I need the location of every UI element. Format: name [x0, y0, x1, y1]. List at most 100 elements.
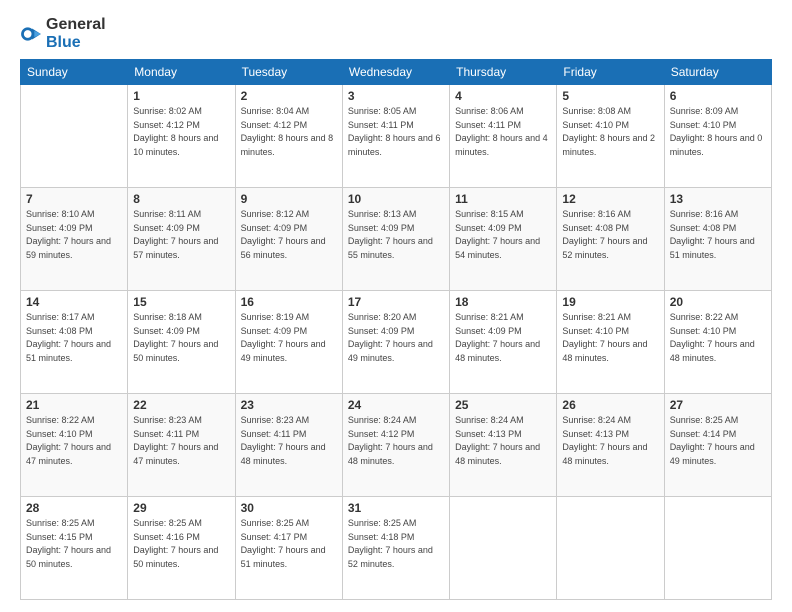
calendar-cell: 21 Sunrise: 8:22 AMSunset: 4:10 PMDayligh… [21, 394, 128, 497]
day-info: Sunrise: 8:08 AMSunset: 4:10 PMDaylight:… [562, 105, 658, 159]
calendar-cell: 2Sunrise: 8:04 AMSunset: 4:12 PMDaylight… [235, 85, 342, 188]
weekday-header-wednesday: Wednesday [342, 60, 449, 85]
day-number: 7 [26, 192, 122, 206]
day-info: Sunrise: 8:25 AMSunset: 4:14 PMDaylight:… [670, 414, 766, 468]
day-number: 23 [241, 398, 337, 412]
day-info: Sunrise: 8:25 AMSunset: 4:18 PMDaylight:… [348, 517, 444, 571]
calendar-cell [21, 85, 128, 188]
calendar-cell: 4Sunrise: 8:06 AMSunset: 4:11 PMDaylight… [450, 85, 557, 188]
calendar-cell: 28 Sunrise: 8:25 AMSunset: 4:15 PMDayligh… [21, 497, 128, 600]
day-info: Sunrise: 8:13 AMSunset: 4:09 PMDaylight:… [348, 208, 444, 262]
weekday-header-row: SundayMondayTuesdayWednesdayThursdayFrid… [21, 60, 772, 85]
calendar-cell: 15Sunrise: 8:18 AMSunset: 4:09 PMDayligh… [128, 291, 235, 394]
calendar-cell: 10 Sunrise: 8:13 AMSunset: 4:09 PMDayligh… [342, 188, 449, 291]
day-info: Sunrise: 8:09 AMSunset: 4:10 PMDaylight:… [670, 105, 766, 159]
day-number: 27 [670, 398, 766, 412]
day-number: 11 [455, 192, 551, 206]
day-info: Sunrise: 8:25 AMSunset: 4:15 PMDaylight:… [26, 517, 122, 571]
weekday-header-monday: Monday [128, 60, 235, 85]
day-number: 22 [133, 398, 229, 412]
week-row-1: 1 Sunrise: 8:02 AMSunset: 4:12 PMDaylight… [21, 85, 772, 188]
calendar-cell: 24 Sunrise: 8:24 AMSunset: 4:12 PMDayligh… [342, 394, 449, 497]
day-number: 18 [455, 295, 551, 309]
day-info: Sunrise: 8:24 AMSunset: 4:12 PMDaylight:… [348, 414, 444, 468]
calendar-cell: 8Sunrise: 8:11 AMSunset: 4:09 PMDaylight… [128, 188, 235, 291]
day-info: Sunrise: 8:25 AMSunset: 4:17 PMDaylight:… [241, 517, 337, 571]
day-number: 9 [241, 192, 337, 206]
day-info: Sunrise: 8:02 AMSunset: 4:12 PMDaylight:… [133, 105, 229, 159]
day-info: Sunrise: 8:21 AMSunset: 4:10 PMDaylight:… [562, 311, 658, 365]
day-number: 13 [670, 192, 766, 206]
calendar-cell: 20Sunrise: 8:22 AMSunset: 4:10 PMDayligh… [664, 291, 771, 394]
calendar-cell: 18 Sunrise: 8:21 AMSunset: 4:09 PMDayligh… [450, 291, 557, 394]
calendar-cell [664, 497, 771, 600]
day-info: Sunrise: 8:21 AMSunset: 4:09 PMDaylight:… [455, 311, 551, 365]
day-number: 20 [670, 295, 766, 309]
week-row-3: 14 Sunrise: 8:17 AMSunset: 4:08 PMDayligh… [21, 291, 772, 394]
day-number: 3 [348, 89, 444, 103]
day-info: Sunrise: 8:16 AMSunset: 4:08 PMDaylight:… [562, 208, 658, 262]
calendar-cell: 3 Sunrise: 8:05 AMSunset: 4:11 PMDaylight… [342, 85, 449, 188]
calendar-cell: 5 Sunrise: 8:08 AMSunset: 4:10 PMDaylight… [557, 85, 664, 188]
day-number: 26 [562, 398, 658, 412]
week-row-2: 7 Sunrise: 8:10 AMSunset: 4:09 PMDaylight… [21, 188, 772, 291]
day-info: Sunrise: 8:17 AMSunset: 4:08 PMDaylight:… [26, 311, 122, 365]
calendar-cell: 27 Sunrise: 8:25 AMSunset: 4:14 PMDayligh… [664, 394, 771, 497]
day-info: Sunrise: 8:24 AMSunset: 4:13 PMDaylight:… [455, 414, 551, 468]
day-info: Sunrise: 8:10 AMSunset: 4:09 PMDaylight:… [26, 208, 122, 262]
day-info: Sunrise: 8:16 AMSunset: 4:08 PMDaylight:… [670, 208, 766, 262]
calendar-cell: 30 Sunrise: 8:25 AMSunset: 4:17 PMDayligh… [235, 497, 342, 600]
calendar: SundayMondayTuesdayWednesdayThursdayFrid… [20, 59, 772, 600]
day-number: 28 [26, 501, 122, 515]
header: General Blue [20, 16, 772, 51]
day-info: Sunrise: 8:15 AMSunset: 4:09 PMDaylight:… [455, 208, 551, 262]
calendar-cell: 14 Sunrise: 8:17 AMSunset: 4:08 PMDayligh… [21, 291, 128, 394]
weekday-header-friday: Friday [557, 60, 664, 85]
logo-icon [20, 23, 42, 45]
day-number: 14 [26, 295, 122, 309]
week-row-5: 28 Sunrise: 8:25 AMSunset: 4:15 PMDayligh… [21, 497, 772, 600]
day-number: 16 [241, 295, 337, 309]
day-number: 1 [133, 89, 229, 103]
day-info: Sunrise: 8:05 AMSunset: 4:11 PMDaylight:… [348, 105, 444, 159]
day-number: 19 [562, 295, 658, 309]
calendar-cell: 9 Sunrise: 8:12 AMSunset: 4:09 PMDaylight… [235, 188, 342, 291]
calendar-cell: 1 Sunrise: 8:02 AMSunset: 4:12 PMDaylight… [128, 85, 235, 188]
weekday-header-tuesday: Tuesday [235, 60, 342, 85]
day-number: 5 [562, 89, 658, 103]
page: General Blue SundayMondayTuesdayWednesda… [0, 0, 792, 612]
day-number: 29 [133, 501, 229, 515]
calendar-cell: 12 Sunrise: 8:16 AMSunset: 4:08 PMDayligh… [557, 188, 664, 291]
calendar-cell: 25 Sunrise: 8:24 AMSunset: 4:13 PMDayligh… [450, 394, 557, 497]
calendar-cell: 11 Sunrise: 8:15 AMSunset: 4:09 PMDayligh… [450, 188, 557, 291]
day-info: Sunrise: 8:22 AMSunset: 4:10 PMDaylight:… [26, 414, 122, 468]
calendar-cell: 16Sunrise: 8:19 AMSunset: 4:09 PMDayligh… [235, 291, 342, 394]
day-info: Sunrise: 8:11 AMSunset: 4:09 PMDaylight:… [133, 208, 229, 262]
day-number: 17 [348, 295, 444, 309]
day-number: 2 [241, 89, 337, 103]
day-number: 12 [562, 192, 658, 206]
calendar-cell: 17 Sunrise: 8:20 AMSunset: 4:09 PMDayligh… [342, 291, 449, 394]
day-number: 25 [455, 398, 551, 412]
calendar-cell: 19 Sunrise: 8:21 AMSunset: 4:10 PMDayligh… [557, 291, 664, 394]
weekday-header-sunday: Sunday [21, 60, 128, 85]
day-info: Sunrise: 8:12 AMSunset: 4:09 PMDaylight:… [241, 208, 337, 262]
day-number: 21 [26, 398, 122, 412]
logo-blue: Blue [46, 34, 81, 51]
calendar-cell: 7 Sunrise: 8:10 AMSunset: 4:09 PMDaylight… [21, 188, 128, 291]
calendar-cell: 6Sunrise: 8:09 AMSunset: 4:10 PMDaylight… [664, 85, 771, 188]
day-info: Sunrise: 8:18 AMSunset: 4:09 PMDaylight:… [133, 311, 229, 365]
calendar-cell: 31Sunrise: 8:25 AMSunset: 4:18 PMDayligh… [342, 497, 449, 600]
day-info: Sunrise: 8:23 AMSunset: 4:11 PMDaylight:… [133, 414, 229, 468]
day-info: Sunrise: 8:24 AMSunset: 4:13 PMDaylight:… [562, 414, 658, 468]
day-number: 30 [241, 501, 337, 515]
day-info: Sunrise: 8:20 AMSunset: 4:09 PMDaylight:… [348, 311, 444, 365]
calendar-cell: 22 Sunrise: 8:23 AMSunset: 4:11 PMDayligh… [128, 394, 235, 497]
calendar-cell: 23Sunrise: 8:23 AMSunset: 4:11 PMDayligh… [235, 394, 342, 497]
logo: General Blue [20, 16, 106, 51]
weekday-header-saturday: Saturday [664, 60, 771, 85]
calendar-cell: 29Sunrise: 8:25 AMSunset: 4:16 PMDayligh… [128, 497, 235, 600]
day-number: 10 [348, 192, 444, 206]
day-number: 24 [348, 398, 444, 412]
day-number: 4 [455, 89, 551, 103]
